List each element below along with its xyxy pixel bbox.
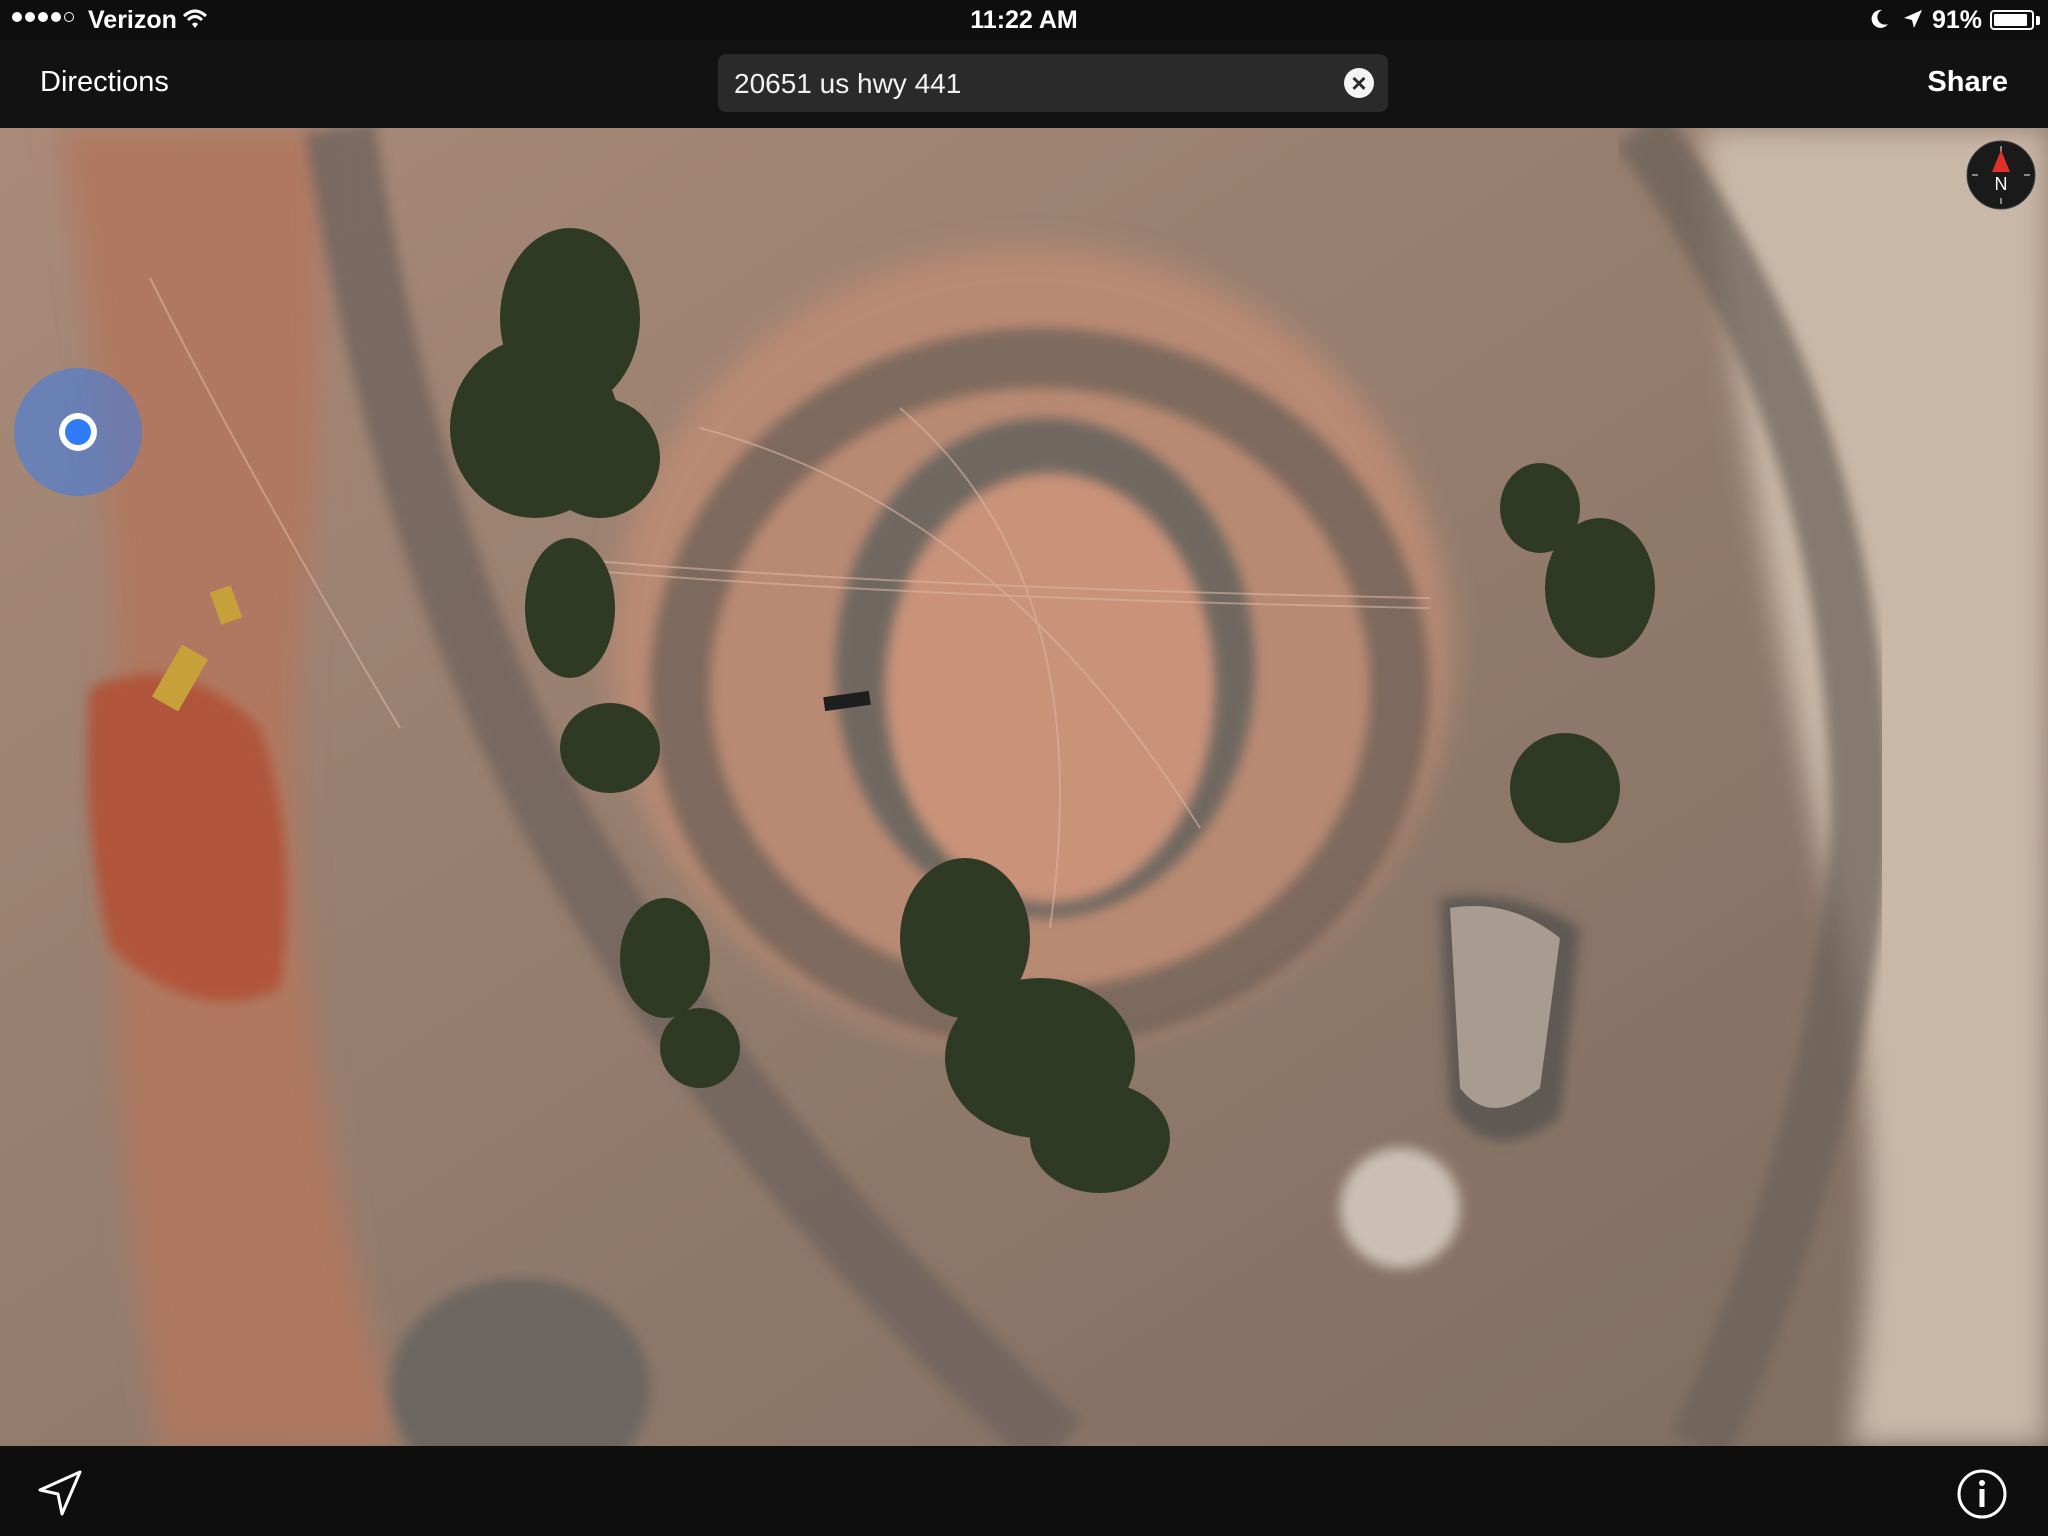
share-button[interactable]: Share <box>1927 66 2008 99</box>
status-bar: Verizon 11:22 AM 91% <box>0 0 2048 40</box>
clear-search-icon[interactable]: × <box>1344 68 1374 98</box>
info-icon[interactable] <box>1956 1468 2008 1520</box>
clock: 11:22 AM <box>970 6 1078 34</box>
directions-button[interactable]: Directions <box>40 66 169 99</box>
compass-icon[interactable]: N <box>1966 140 2036 210</box>
battery-percent: 91% <box>1932 6 1983 34</box>
battery-nub <box>2036 16 2040 25</box>
battery-icon <box>1990 10 2034 30</box>
current-location-icon[interactable] <box>12 366 144 498</box>
navigation-bar: Directions 20651 us hwy 441 × Share <box>0 40 2048 129</box>
bottom-toolbar <box>0 1446 2048 1536</box>
search-field[interactable]: 20651 us hwy 441 × <box>718 54 1388 112</box>
location-arrow-icon[interactable] <box>36 1468 86 1518</box>
compass-north-label: N <box>1995 174 2008 194</box>
satellite-map[interactable] <box>0 128 2048 1446</box>
search-input-value[interactable]: 20651 us hwy 441 <box>734 68 961 100</box>
moon-icon <box>1868 8 1890 37</box>
location-arrow-icon <box>1902 8 1924 37</box>
